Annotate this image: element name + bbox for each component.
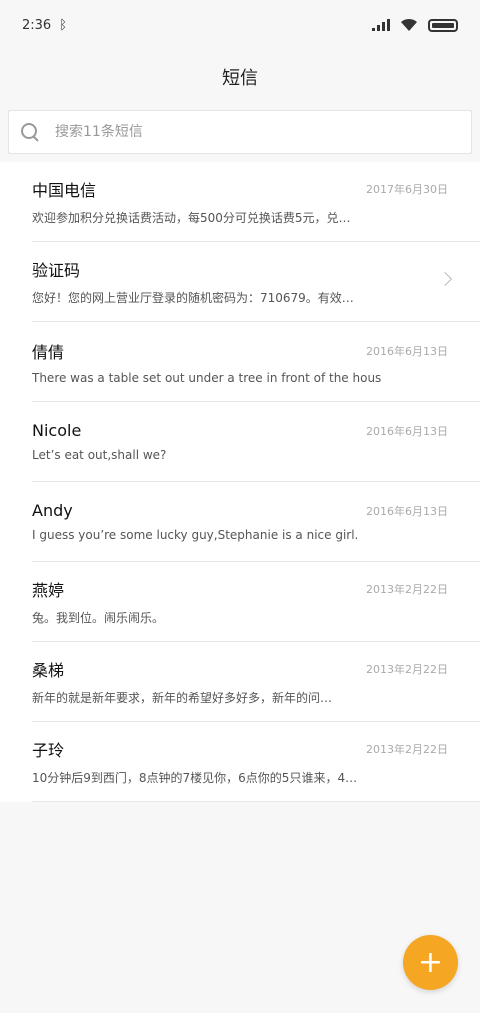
message-list: 中国电信 2017年6月30日 欢迎参加积分兑换话费活动，每500分可兑换话费5元… xyxy=(0,162,480,802)
message-item[interactable]: 燕婷 2013年2月22日 兔。我到位。闹乐闹乐。 xyxy=(32,562,480,642)
page-title: 短信 xyxy=(222,68,258,89)
message-preview: 新年的就是新年要求，新年的希望好多好多，新年的问… xyxy=(32,691,333,705)
message-item[interactable]: 子玲 2013年2月22日 10分钟后9到西门，8点钟的7楼见你，6点你的5只谁来… xyxy=(32,722,480,802)
message-sender: 燕婷 xyxy=(32,581,65,600)
message-item[interactable]: Andy 2016年6月13日 I guess you’re some lucky… xyxy=(32,482,480,562)
plus-icon: + xyxy=(417,945,444,980)
message-sender: Nicole xyxy=(32,421,82,440)
message-date: 2013年2月22日 xyxy=(366,663,448,676)
message-date: 2016年6月13日 xyxy=(366,424,448,438)
message-date: 2017年6月30日 xyxy=(366,183,448,196)
status-time: 2:36 xyxy=(22,17,52,33)
message-item[interactable]: Nicole 2016年6月13日 Let’s eat out,shall we? xyxy=(32,402,480,482)
message-preview: 欢迎参加积分兑换话费活动，每500分可兑换话费5元，兑… xyxy=(32,211,351,225)
message-sender: 子玲 xyxy=(32,741,65,760)
message-preview: I guess you’re some lucky guy,Stephanie … xyxy=(32,528,359,542)
title-bar: 短信 xyxy=(0,50,480,104)
message-item[interactable]: 验证码 您好！您的网上营业厅登录的随机密码为：710679。有效… xyxy=(32,242,480,322)
message-date: 2016年6月13日 xyxy=(366,344,448,358)
status-bar: 2:36 ᛒ xyxy=(0,0,480,50)
message-item[interactable]: 中国电信 2017年6月30日 欢迎参加积分兑换话费活动，每500分可兑换话费5元… xyxy=(32,162,480,242)
wifi-icon xyxy=(401,18,417,31)
message-preview: There was a table set out under a tree i… xyxy=(32,370,382,385)
bluetooth-icon: ᛒ xyxy=(59,17,68,33)
battery-icon xyxy=(428,18,458,32)
status-right xyxy=(372,18,458,32)
message-preview: 兔。我到位。闹乐闹乐。 xyxy=(32,611,165,625)
message-sender: 验证码 xyxy=(32,261,81,280)
message-preview: Let’s eat out,shall we? xyxy=(32,448,167,462)
search-container xyxy=(0,104,480,162)
message-sender: Andy xyxy=(32,501,73,520)
status-left: 2:36 ᛒ xyxy=(22,18,67,33)
message-date: 2013年2月22日 xyxy=(366,743,448,756)
new-message-button[interactable]: + xyxy=(403,935,458,990)
message-item[interactable]: 倩倩 2016年6月13日 There was a table set out u… xyxy=(32,322,480,402)
message-preview: 10分钟后9到西门，8点钟的7楼见你，6点你的5只谁来，4… xyxy=(32,771,358,785)
message-sender: 倩倩 xyxy=(32,342,65,362)
search-box[interactable] xyxy=(8,110,472,154)
search-icon xyxy=(21,123,39,141)
message-date: 2013年2月22日 xyxy=(366,583,448,596)
message-date: 2016年6月13日 xyxy=(366,504,448,518)
search-input[interactable] xyxy=(55,124,459,140)
message-item[interactable]: 桑梯 2013年2月22日 新年的就是新年要求，新年的希望好多好多，新年的问… xyxy=(32,642,480,722)
signal-icon xyxy=(372,19,390,31)
message-sender: 中国电信 xyxy=(32,181,97,200)
message-sender: 桑梯 xyxy=(32,661,65,680)
message-preview: 您好！您的网上营业厅登录的随机密码为：710679。有效… xyxy=(32,291,354,305)
